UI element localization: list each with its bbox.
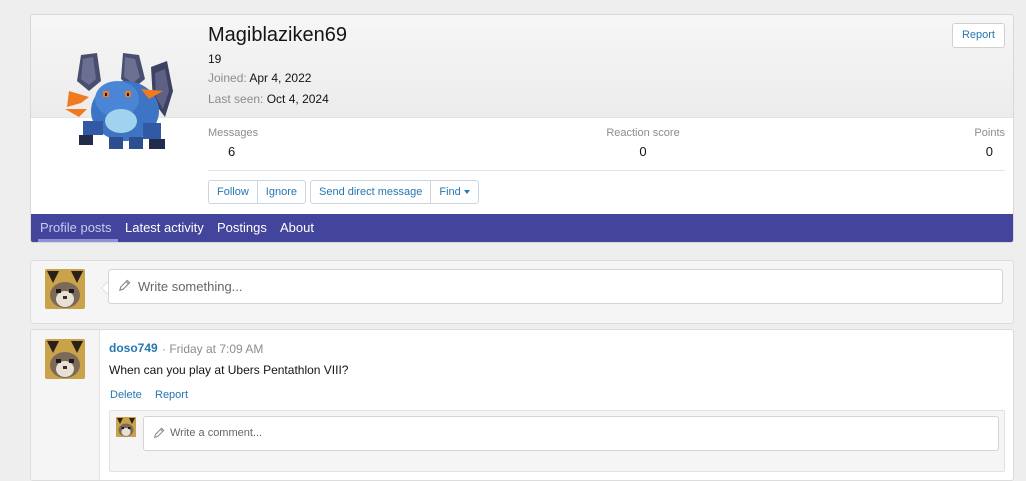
stat-points-label: Points <box>974 127 1005 139</box>
write-comment-input[interactable]: Write a comment... <box>143 416 999 451</box>
post-avatar-column <box>31 330 100 480</box>
tab-postings[interactable]: Postings <box>217 214 267 242</box>
profile-user-title: 19 <box>208 52 222 66</box>
stat-reaction-value: 0 <box>639 144 647 159</box>
stat-reaction-score: Reaction score 0 <box>603 127 683 159</box>
stat-reaction-label: Reaction score <box>606 127 680 139</box>
cat-avatar-icon <box>45 269 85 309</box>
follow-button[interactable]: Follow <box>209 181 257 203</box>
post-timestamp[interactable]: · Friday at 7:09 AM <box>162 342 263 356</box>
ignore-button[interactable]: Ignore <box>256 181 305 203</box>
cat-avatar-icon <box>45 339 85 379</box>
post-body-text: When can you play at Ubers Pentathlon VI… <box>109 363 349 377</box>
comment-user-avatar[interactable] <box>116 417 136 437</box>
write-comment-placeholder: Write a comment... <box>170 427 263 439</box>
find-label: Find <box>439 186 461 198</box>
last-seen-label: Last seen: <box>208 92 264 106</box>
profile-tab-bar: Profile posts Latest activity Postings A… <box>31 214 1013 242</box>
chevron-down-icon <box>463 190 470 195</box>
write-something-input[interactable]: Write something... <box>108 269 1003 304</box>
joined-label: Joined: <box>208 71 247 85</box>
profile-avatar[interactable] <box>59 51 189 161</box>
profile-username: Magiblaziken69 <box>208 24 347 46</box>
stat-messages-label: Messages <box>208 127 259 139</box>
report-post-button[interactable]: Report <box>155 389 188 401</box>
stat-messages-value: 6 <box>228 144 236 159</box>
tab-profile-posts[interactable]: Profile posts <box>38 214 118 242</box>
stat-points-value: 0 <box>985 144 993 159</box>
stat-messages[interactable]: Messages 6 <box>208 127 258 159</box>
follow-ignore-group: Follow Ignore <box>208 180 306 204</box>
stats-divider <box>208 170 1005 171</box>
tab-about[interactable]: About <box>280 214 314 242</box>
cat-avatar-icon <box>116 417 136 437</box>
delete-post-button[interactable]: Delete <box>110 389 142 401</box>
current-user-avatar[interactable] <box>45 269 85 309</box>
write-something-placeholder: Write something... <box>138 279 243 294</box>
profile-joined: Joined: Apr 4, 2022 <box>208 71 311 85</box>
profile-stats: Messages 6 Reaction score 0 Points 0 <box>208 127 1005 163</box>
post-author-avatar[interactable] <box>45 339 85 379</box>
pencil-icon <box>153 427 165 439</box>
profile-post-composer: Write something... <box>30 260 1014 324</box>
pencil-icon <box>119 279 131 291</box>
send-direct-message-button[interactable]: Send direct message <box>311 181 430 203</box>
find-menu-button[interactable]: Find <box>430 181 477 203</box>
profile-post: doso749 · Friday at 7:09 AM When can you… <box>30 329 1014 481</box>
tab-latest-activity[interactable]: Latest activity <box>125 214 204 242</box>
comment-area: Write a comment... <box>109 410 1005 472</box>
message-find-group: Send direct message Find <box>310 180 479 204</box>
stat-points[interactable]: Points 0 <box>974 127 1005 159</box>
report-profile-button[interactable]: Report <box>951 23 1005 48</box>
joined-value: Apr 4, 2022 <box>249 71 312 85</box>
profile-last-seen: Last seen: Oct 4, 2024 <box>208 92 329 106</box>
last-seen-value: Oct 4, 2024 <box>266 92 329 106</box>
profile-card: Magiblaziken69 19 Joined: Apr 4, 2022 La… <box>30 14 1014 243</box>
post-author-link[interactable]: doso749 <box>109 341 158 355</box>
